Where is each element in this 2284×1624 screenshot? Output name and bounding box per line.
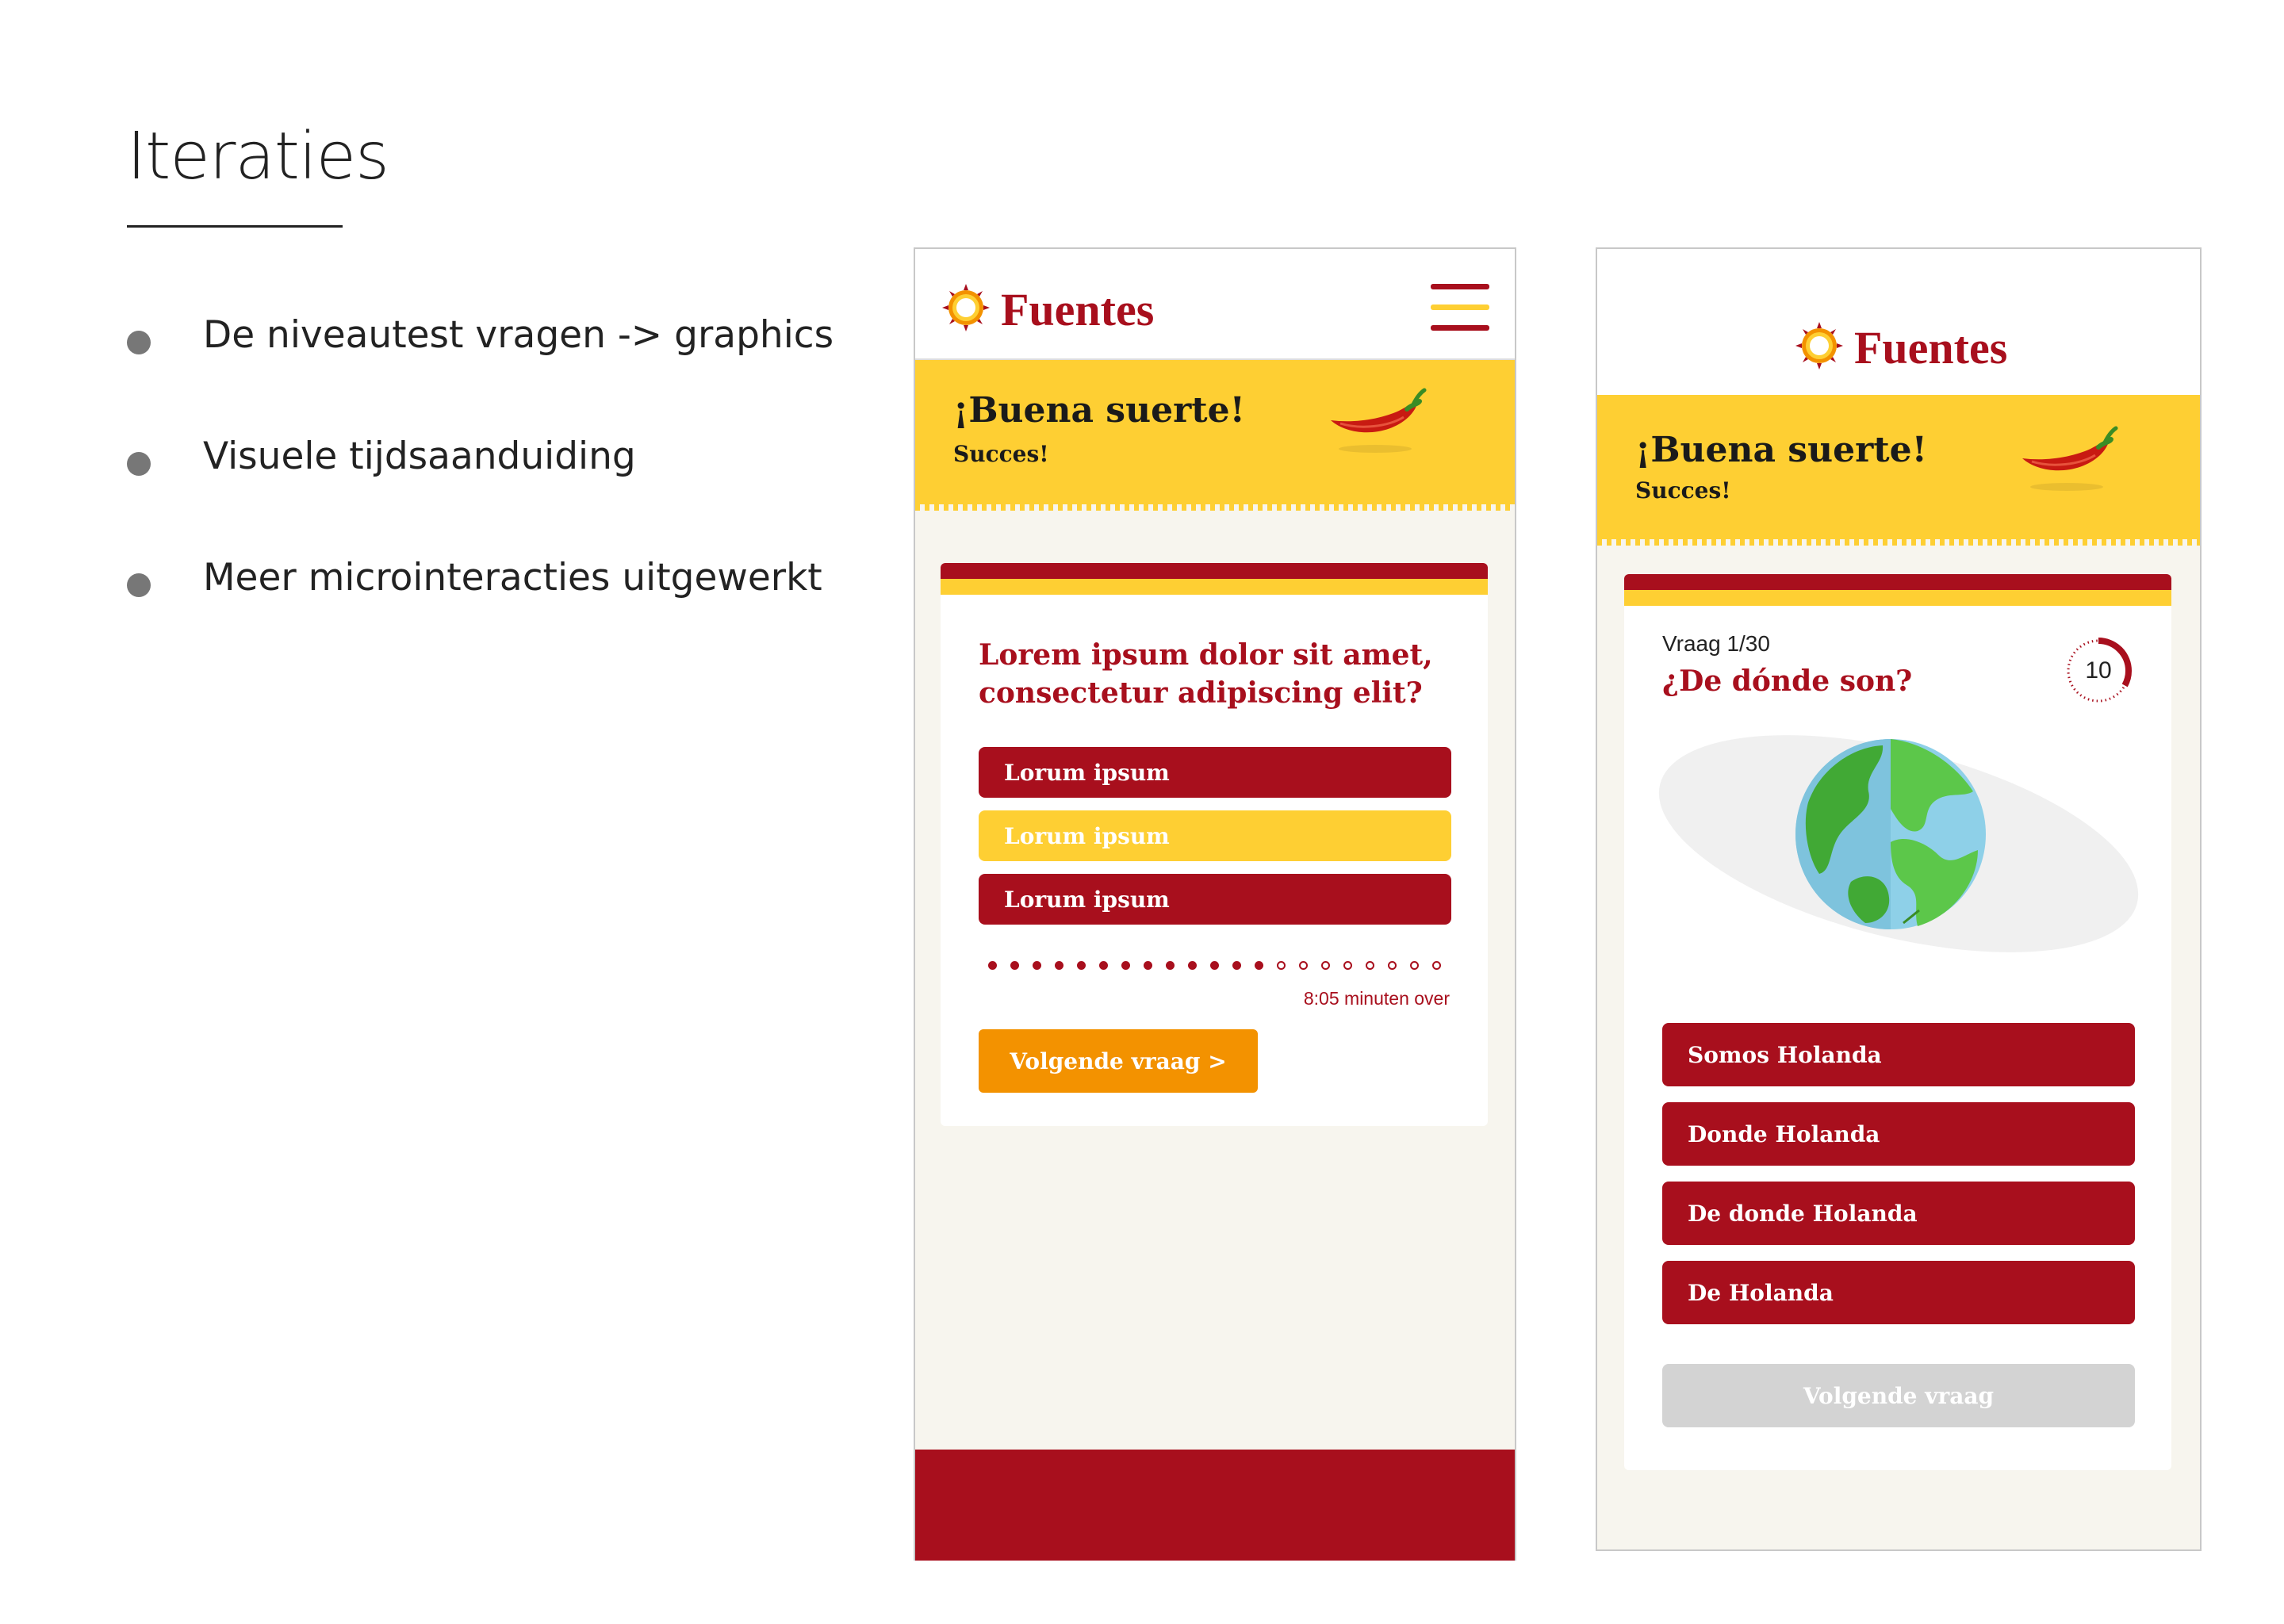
- bullet-text: Meer microinteracties uitgewerkt: [203, 556, 822, 599]
- banner-title: ¡Buena suerte!: [953, 390, 1245, 431]
- chili-pepper-icon: [1331, 388, 1427, 453]
- timer-seconds: 10: [2085, 657, 2112, 684]
- bullet-dot-icon: [127, 452, 151, 476]
- sun-logo-icon: [1795, 322, 1843, 370]
- progress-dot-answered: [1010, 961, 1019, 970]
- chili-pepper-icon: [2022, 426, 2118, 491]
- progress-dot-answered: [1099, 961, 1108, 970]
- banner-title: ¡Buena suerte!: [1635, 430, 1927, 470]
- countdown-timer: 10: [2062, 634, 2135, 707]
- bullet-text: De niveautest vragen -> graphics: [203, 313, 834, 357]
- progress-indicator: [988, 959, 1456, 972]
- phone-mockup-old: Fuentes ¡Buena suerte! Succes! Lorem ips…: [914, 247, 1516, 1561]
- answer-option[interactable]: Somos Holanda: [1662, 1023, 2135, 1086]
- banner-subtitle: Succes!: [953, 441, 1049, 467]
- next-question-button-disabled[interactable]: Volgende vraag: [1662, 1364, 2135, 1427]
- app-header: Fuentes: [1597, 249, 2200, 395]
- question-card: Vraag 1/30 ¿De dónde son? 10 Somos Holan…: [1624, 574, 2171, 1470]
- bullet-item: De niveautest vragen -> graphics: [127, 313, 834, 435]
- answer-option[interactable]: Lorum ipsum: [979, 874, 1451, 925]
- phone-mockup-new: Fuentes ¡Buena suerte! Succes! Vraag 1/3…: [1596, 247, 2202, 1551]
- bullet-dot-icon: [127, 331, 151, 354]
- progress-dot-answered: [1144, 961, 1152, 970]
- progress-dot-open: [1388, 961, 1397, 970]
- bullet-text: Visuele tijdsaanduiding: [203, 435, 636, 478]
- progress-dot-answered: [1210, 961, 1219, 970]
- progress-dot-answered: [1255, 961, 1263, 970]
- answer-option[interactable]: De donde Holanda: [1662, 1182, 2135, 1245]
- progress-dot-open: [1366, 961, 1374, 970]
- progress-dot-answered: [1188, 961, 1197, 970]
- question-card: Lorem ipsum dolor sit amet, consectetur …: [941, 563, 1488, 1126]
- footer-bar: [915, 1450, 1515, 1561]
- encouragement-banner: ¡Buena suerte! Succes!: [1597, 395, 2200, 546]
- progress-dot-answered: [1232, 961, 1241, 970]
- bullet-list: De niveautest vragen -> graphics Visuele…: [127, 313, 834, 677]
- hamburger-menu-icon[interactable]: [1431, 284, 1489, 331]
- answer-option[interactable]: Donde Holanda: [1662, 1102, 2135, 1166]
- answer-option[interactable]: Lorum ipsum: [979, 747, 1451, 798]
- app-header: Fuentes: [915, 249, 1515, 360]
- brand-logo[interactable]: Fuentes: [1854, 325, 2007, 371]
- progress-dot-open: [1299, 961, 1308, 970]
- progress-dot-open: [1343, 961, 1352, 970]
- progress-dot-answered: [988, 961, 997, 970]
- banner-subtitle: Succes!: [1635, 477, 1731, 504]
- sun-logo-icon: [942, 284, 990, 331]
- progress-dot-answered: [1166, 961, 1175, 970]
- question-text: Lorem ipsum dolor sit amet, consectetur …: [979, 638, 1433, 710]
- title-underline: [127, 225, 343, 228]
- bullet-item: Visuele tijdsaanduiding: [127, 435, 834, 556]
- bullet-item: Meer microinteracties uitgewerkt: [127, 556, 834, 677]
- progress-dot-answered: [1055, 961, 1063, 970]
- progress-dot-answered: [1077, 961, 1086, 970]
- progress-dot-open: [1277, 961, 1286, 970]
- question-text: ¿De dónde son?: [1662, 665, 1913, 698]
- brand-logo[interactable]: Fuentes: [1001, 287, 1154, 333]
- next-question-button[interactable]: Volgende vraag >: [979, 1029, 1258, 1093]
- slide-title: Iteraties: [127, 119, 389, 194]
- bullet-dot-icon: [127, 573, 151, 597]
- answer-option[interactable]: De Holanda: [1662, 1261, 2135, 1324]
- globe-icon: [1658, 735, 2139, 952]
- time-remaining: 8:05 minuten over: [1303, 988, 1450, 1009]
- progress-dot-open: [1432, 961, 1441, 970]
- question-counter: Vraag 1/30: [1662, 631, 1770, 656]
- progress-dot-answered: [1121, 961, 1130, 970]
- answer-option-selected[interactable]: Lorum ipsum: [979, 810, 1451, 861]
- progress-dot-open: [1321, 961, 1330, 970]
- progress-dot-answered: [1033, 961, 1041, 970]
- progress-dot-open: [1410, 961, 1419, 970]
- encouragement-banner: ¡Buena suerte! Succes!: [915, 360, 1515, 511]
